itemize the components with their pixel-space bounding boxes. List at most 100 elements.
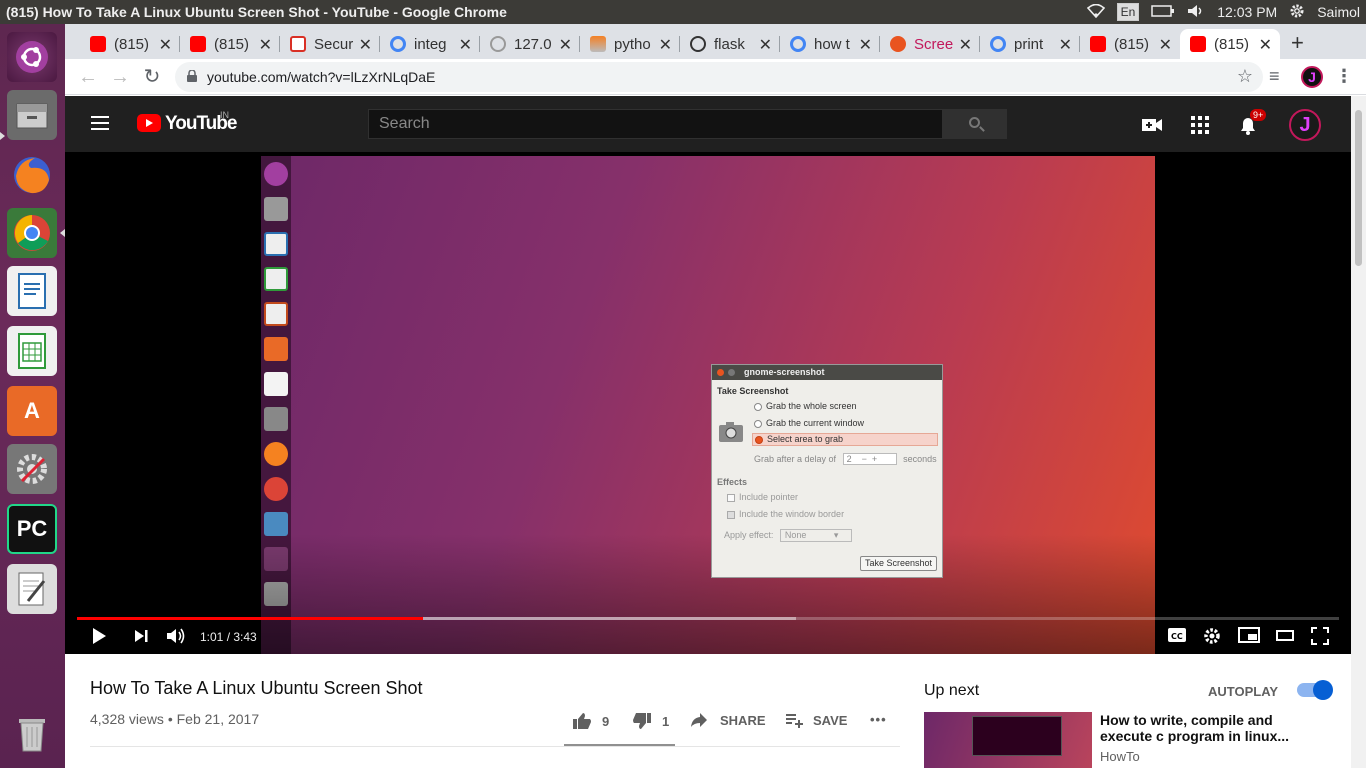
- video-settings-icon: [264, 407, 288, 431]
- play-icon[interactable]: [91, 627, 107, 650]
- ubuntu-launcher: A PC: [0, 24, 65, 768]
- reload-icon[interactable]: ↻: [139, 64, 165, 90]
- keyboard-layout-indicator[interactable]: En: [1116, 3, 1140, 21]
- take-screenshot-button: Take Screenshot: [860, 556, 937, 571]
- system-settings-icon[interactable]: [7, 444, 57, 494]
- fullscreen-icon[interactable]: [1311, 627, 1329, 650]
- youtube-logo-icon[interactable]: [137, 114, 161, 132]
- tab-7[interactable]: flask ✕: [680, 29, 780, 59]
- video-calc-icon: [264, 267, 288, 291]
- progress-bar[interactable]: [77, 617, 1339, 620]
- close-tab-icon[interactable]: ✕: [1159, 35, 1172, 55]
- video-impress-icon: [264, 302, 288, 326]
- forward-arrow-icon[interactable]: →: [107, 64, 133, 90]
- google-icon: [790, 36, 806, 52]
- pycharm-icon[interactable]: PC: [7, 504, 57, 554]
- tab-3[interactable]: Secur ✕: [280, 29, 380, 59]
- close-tab-icon[interactable]: ✕: [359, 35, 372, 55]
- playlist-add-icon: [786, 714, 803, 728]
- tab-8[interactable]: how t ✕: [780, 29, 880, 59]
- close-tab-icon[interactable]: ✕: [1059, 35, 1072, 55]
- back-arrow-icon[interactable]: ←: [75, 64, 101, 90]
- close-tab-icon[interactable]: ✕: [759, 35, 772, 55]
- close-tab-icon[interactable]: ✕: [459, 35, 472, 55]
- user-name[interactable]: Saimol: [1317, 4, 1360, 20]
- create-video-icon[interactable]: [1141, 114, 1163, 136]
- hamburger-menu-icon[interactable]: [91, 116, 109, 130]
- next-video-title[interactable]: How to write, compile and execute c prog…: [1100, 712, 1300, 744]
- settings-gear-icon[interactable]: [1203, 627, 1221, 650]
- share-button[interactable]: SHARE: [690, 712, 766, 728]
- running-indicator: [0, 132, 5, 140]
- tab-10[interactable]: print ✕: [980, 29, 1080, 59]
- close-tab-icon[interactable]: ✕: [959, 35, 972, 55]
- firefox-icon[interactable]: [7, 150, 57, 200]
- subtitles-cc-icon[interactable]: CC: [1167, 627, 1187, 648]
- close-tab-icon[interactable]: ✕: [259, 35, 272, 55]
- youtube-masthead: YouTube IN 9+ J: [65, 96, 1351, 152]
- software-center-icon[interactable]: A: [7, 386, 57, 436]
- tab-12-active[interactable]: (815) ✕: [1180, 29, 1280, 59]
- video-player[interactable]: gnome-screenshot Take Screenshot Grab th…: [65, 152, 1351, 654]
- tab-9[interactable]: Scree ✕: [880, 29, 980, 59]
- wifi-icon[interactable]: [1086, 3, 1105, 21]
- new-tab-plus-icon[interactable]: +: [1291, 30, 1304, 56]
- tab-1[interactable]: (815) ✕: [80, 29, 180, 59]
- more-actions-icon[interactable]: •••: [870, 712, 887, 727]
- video-chrome-icon: [264, 477, 288, 501]
- thumbs-up-icon: [573, 713, 591, 729]
- ubuntu-dash-icon[interactable]: [7, 32, 57, 82]
- dislike-button[interactable]: 1: [632, 712, 669, 730]
- volume-icon[interactable]: [165, 627, 187, 650]
- tab-5[interactable]: 127.0 ✕: [480, 29, 580, 59]
- account-avatar[interactable]: J: [1289, 109, 1321, 141]
- indicator-area: En 12:03 PM Saimol: [1086, 0, 1366, 24]
- like-button[interactable]: 9: [572, 712, 609, 730]
- save-button[interactable]: SAVE: [785, 712, 847, 728]
- up-next-heading: Up next: [924, 682, 980, 699]
- battery-icon[interactable]: [1151, 4, 1175, 21]
- flask-icon: [690, 36, 706, 52]
- clock[interactable]: 12:03 PM: [1217, 4, 1277, 20]
- search-box[interactable]: [368, 109, 943, 139]
- thumbs-down-icon: [633, 713, 651, 729]
- volume-icon[interactable]: [1187, 4, 1205, 21]
- address-bar[interactable]: youtube.com/watch?v=lLzXrNLqDaE ☆: [175, 62, 1263, 92]
- libreoffice-calc-icon[interactable]: [7, 326, 57, 376]
- close-tab-icon[interactable]: ✕: [559, 35, 572, 55]
- url-text[interactable]: youtube.com/watch?v=lLzXrNLqDaE: [207, 69, 435, 85]
- next-video-channel[interactable]: HowTo: [1100, 749, 1140, 764]
- scrollbar-thumb[interactable]: [1355, 110, 1362, 266]
- tab-2[interactable]: (815) ✕: [180, 29, 280, 59]
- theater-mode-icon[interactable]: [1275, 627, 1295, 648]
- tab-11[interactable]: (815) ✕: [1080, 29, 1180, 59]
- page-scrollbar[interactable]: [1351, 96, 1366, 768]
- libreoffice-writer-icon[interactable]: [7, 266, 57, 316]
- close-tab-icon[interactable]: ✕: [859, 35, 872, 55]
- trash-icon[interactable]: [7, 708, 57, 758]
- time-display: 1:01 / 3:43: [200, 630, 257, 644]
- settings-gear-icon[interactable]: [1289, 3, 1305, 22]
- close-tab-icon[interactable]: ✕: [159, 35, 172, 55]
- autoplay-toggle[interactable]: [1297, 680, 1333, 700]
- search-input[interactable]: [369, 110, 942, 138]
- next-video-icon[interactable]: [133, 627, 149, 650]
- video-frame[interactable]: gnome-screenshot Take Screenshot Grab th…: [261, 156, 1155, 654]
- video-amazon-icon: [264, 372, 288, 396]
- miniplayer-icon[interactable]: [1238, 627, 1260, 648]
- close-tab-icon[interactable]: ✕: [659, 35, 672, 55]
- tab-6[interactable]: pytho ✕: [580, 29, 680, 59]
- files-icon[interactable]: [7, 90, 57, 140]
- profile-avatar[interactable]: J: [1301, 66, 1323, 88]
- next-video-thumbnail[interactable]: [924, 712, 1092, 768]
- menu-kebab-icon[interactable]: ⋮: [1335, 66, 1353, 87]
- text-editor-icon[interactable]: [7, 564, 57, 614]
- bookmark-star-icon[interactable]: ☆: [1237, 66, 1253, 87]
- video-software-icon: [264, 337, 288, 361]
- search-button[interactable]: [943, 109, 1007, 139]
- media-control-icon[interactable]: ≡: [1269, 66, 1280, 87]
- close-tab-icon[interactable]: ✕: [1259, 35, 1272, 55]
- tab-4[interactable]: integ ✕: [380, 29, 480, 59]
- apps-grid-icon[interactable]: [1189, 114, 1211, 136]
- chrome-icon[interactable]: [7, 208, 57, 258]
